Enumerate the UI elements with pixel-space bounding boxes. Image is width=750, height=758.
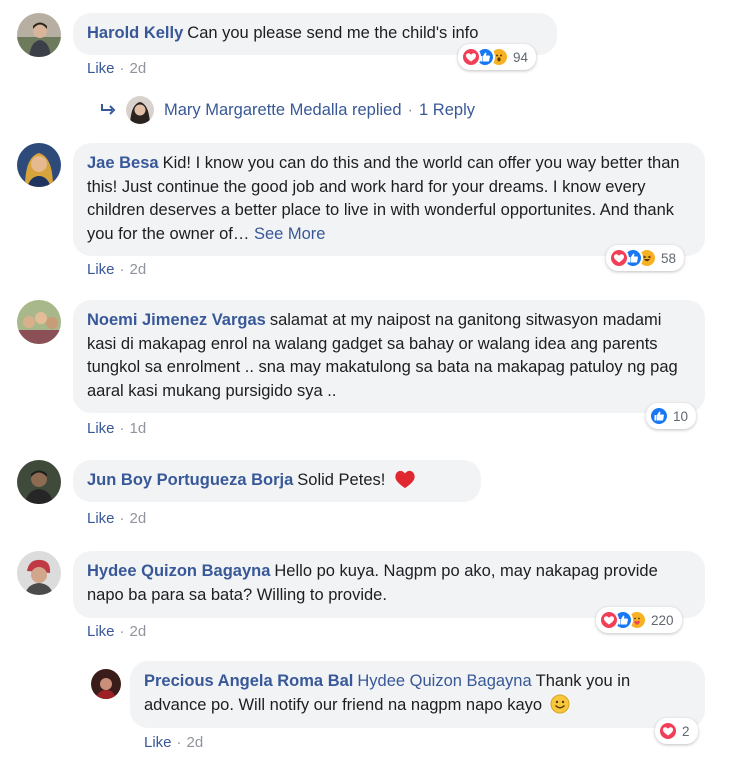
reaction-count: 10 xyxy=(673,408,689,424)
avatar[interactable] xyxy=(17,143,61,187)
like-link[interactable]: Like xyxy=(144,734,172,751)
mention-link[interactable]: Hydee Quizon Bagayna xyxy=(357,672,531,690)
reaction-count: 220 xyxy=(651,612,674,628)
avatar[interactable] xyxy=(17,300,61,344)
comment-author[interactable]: Noemi Jimenez Vargas xyxy=(87,311,266,329)
timestamp[interactable]: 2d xyxy=(130,623,147,640)
reaction-summary[interactable]: 58 xyxy=(606,245,685,271)
comment-bubble: Noemi Jimenez Vargas salamat at my naipos… xyxy=(73,300,705,413)
love-icon xyxy=(658,721,678,741)
like-link[interactable]: Like xyxy=(87,60,115,77)
like-link[interactable]: Like xyxy=(87,510,115,527)
reaction-summary[interactable]: 94 xyxy=(458,44,537,70)
reaction-count: 58 xyxy=(661,250,677,266)
heart-emoji-icon xyxy=(394,469,416,497)
comment-actions: Like · 2d xyxy=(144,734,203,751)
separator: · xyxy=(119,60,125,77)
like-link[interactable]: Like xyxy=(87,420,115,437)
avatar[interactable] xyxy=(17,551,61,595)
comment-bubble: Jun Boy Portugueza Borja Solid Petes! xyxy=(73,460,481,502)
avatar[interactable] xyxy=(17,460,61,504)
view-replies-link[interactable]: Mary Margarette Medalla replied · 1 Reply xyxy=(100,96,475,124)
comment-author[interactable]: Precious Angela Roma Bal xyxy=(144,672,353,690)
like-link[interactable]: Like xyxy=(87,261,115,278)
timestamp[interactable]: 2d xyxy=(187,734,204,751)
comment-actions: Like · 2d xyxy=(87,60,146,77)
separator: · xyxy=(176,734,182,751)
reaction-count: 94 xyxy=(513,49,529,65)
reply-arrow-icon xyxy=(100,103,116,117)
reaction-count: 2 xyxy=(682,723,690,739)
reaction-summary[interactable]: 10 xyxy=(646,403,697,429)
comment-bubble: Jae Besa Kid! I know you can do this and … xyxy=(73,143,705,256)
comment-author[interactable]: Hydee Quizon Bagayna xyxy=(87,562,270,580)
reply-author-name: Mary Margarette Medalla xyxy=(164,100,348,119)
comment-author[interactable]: Harold Kelly xyxy=(87,24,183,42)
avatar[interactable] xyxy=(126,96,154,124)
smile-emoji-icon xyxy=(550,694,570,722)
avatar[interactable] xyxy=(91,669,121,699)
separator: · xyxy=(119,510,125,527)
comment-actions: Like · 2d xyxy=(87,510,146,527)
comment-text: Solid Petes! xyxy=(297,471,386,489)
separator: · xyxy=(119,623,125,640)
comment-text: Kid! I know you can do this and the worl… xyxy=(87,154,680,243)
separator: · xyxy=(119,420,125,437)
love-icon xyxy=(461,47,481,67)
comment-text: Can you please send me the child's info xyxy=(187,24,479,42)
reply-count: 1 Reply xyxy=(419,100,475,119)
timestamp[interactable]: 1d xyxy=(130,420,147,437)
avatar[interactable] xyxy=(17,13,61,57)
comment-actions: Like · 2d xyxy=(87,261,146,278)
like-icon xyxy=(649,406,669,426)
comment-author[interactable]: Jun Boy Portugueza Borja xyxy=(87,471,293,489)
reply-action-text: replied xyxy=(352,100,402,119)
comment-actions: Like · 1d xyxy=(87,420,146,437)
comment-bubble: Precious Angela Roma Bal Hydee Quizon Bag… xyxy=(130,661,705,728)
love-icon xyxy=(599,610,619,630)
like-link[interactable]: Like xyxy=(87,623,115,640)
reaction-summary[interactable]: 2 xyxy=(655,718,698,744)
separator: · xyxy=(407,100,414,119)
timestamp[interactable]: 2d xyxy=(130,60,147,77)
comment-author[interactable]: Jae Besa xyxy=(87,154,159,172)
love-icon xyxy=(609,248,629,268)
reaction-summary[interactable]: 220 xyxy=(596,607,682,633)
timestamp[interactable]: 2d xyxy=(130,261,147,278)
see-more-link[interactable]: See More xyxy=(254,225,326,243)
separator: · xyxy=(119,261,125,278)
comment-actions: Like · 2d xyxy=(87,623,146,640)
timestamp[interactable]: 2d xyxy=(130,510,147,527)
